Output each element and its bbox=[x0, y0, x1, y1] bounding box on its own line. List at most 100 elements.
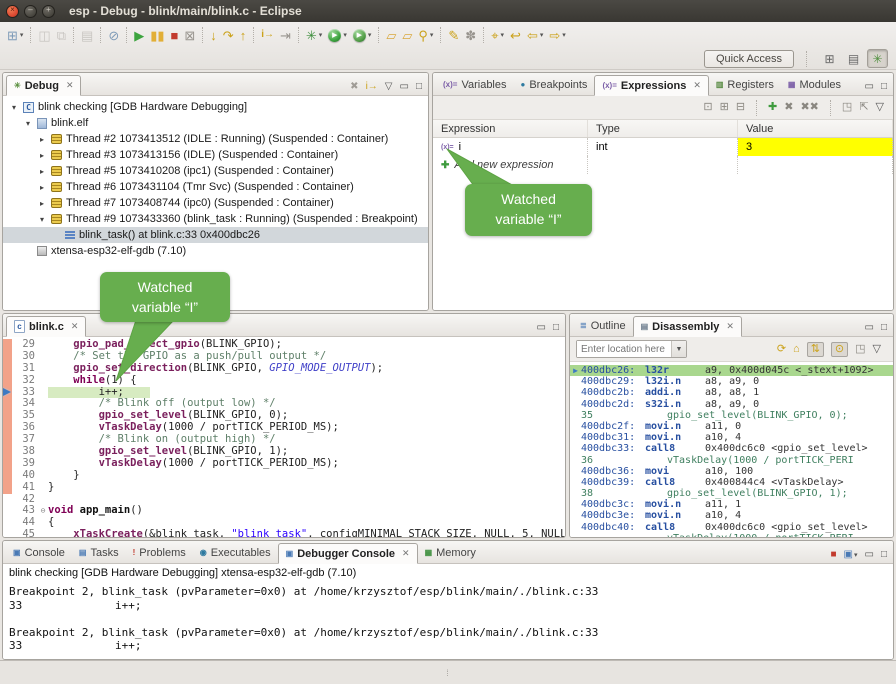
column-header-expression[interactable]: Expression bbox=[433, 120, 588, 137]
quickdiff-ruler[interactable] bbox=[3, 422, 12, 434]
quickdiff-ruler[interactable] bbox=[3, 470, 12, 482]
minimize-icon[interactable]: ▭ bbox=[400, 82, 409, 92]
tab-breakpoints[interactable]: ●Breakpoints bbox=[514, 74, 595, 95]
quickdiff-ruler[interactable] bbox=[3, 517, 12, 529]
tab-expressions[interactable]: (x)=Expressions✕ bbox=[594, 75, 708, 96]
disassembly-row[interactable]: 400dbc3e:movi.na10, 4 bbox=[570, 510, 893, 521]
code-line[interactable]: 38 gpio_set_level(BLINK_GPIO, 1); bbox=[3, 446, 565, 458]
tab-problems[interactable]: !Problems bbox=[126, 542, 193, 563]
tab-blink-c[interactable]: c blink.c ✕ bbox=[6, 316, 86, 337]
tree-expander-icon[interactable]: ▸ bbox=[37, 135, 47, 144]
minimize-icon[interactable]: ▭ bbox=[865, 323, 874, 333]
code-line[interactable]: 41} bbox=[3, 482, 565, 494]
close-icon[interactable]: ✕ bbox=[66, 80, 74, 91]
pin-editor-button[interactable]: ⌖▾ bbox=[488, 24, 507, 46]
pin-view-button[interactable]: ⇱ bbox=[859, 102, 868, 113]
close-icon[interactable]: ✕ bbox=[693, 80, 701, 91]
statusbar-grip[interactable]: ⁞ bbox=[446, 668, 450, 678]
tab-modules[interactable]: ▦Modules bbox=[781, 74, 848, 95]
code-line[interactable]: 40 } bbox=[3, 470, 565, 482]
step-into-button[interactable]: ↓ bbox=[207, 24, 220, 46]
location-input[interactable] bbox=[577, 341, 671, 357]
tab-console[interactable]: ▣Console bbox=[6, 542, 72, 563]
disassembly-listing[interactable]: ▶400dbc26:l32ra9, 0x400d045c <_stext+109… bbox=[570, 362, 893, 537]
new-view-button[interactable]: ◳ bbox=[855, 344, 865, 355]
disassembly-row[interactable]: 400dbc2b:addi.na8, a8, 1 bbox=[570, 387, 893, 398]
debug-tree-row[interactable]: ▸Thread #2 1073413512 (IDLE : Running) (… bbox=[3, 131, 428, 147]
forward-button[interactable]: ⇨▾ bbox=[546, 24, 568, 46]
disassembly-row[interactable]: 400dbc39:call80x400844c4 <vTaskDelay> bbox=[570, 477, 893, 488]
quickdiff-ruler[interactable] bbox=[3, 505, 12, 517]
tree-expander-icon[interactable]: ▸ bbox=[37, 199, 47, 208]
combo-dropdown-icon[interactable]: ▼ bbox=[671, 341, 686, 357]
disassembly-row[interactable]: 35gpio_set_level(BLINK_GPIO, 0); bbox=[570, 410, 893, 421]
code-line[interactable]: 44{ bbox=[3, 517, 565, 529]
debug-tree-row[interactable]: ▸Thread #5 1073410208 (ipc1) (Suspended … bbox=[3, 163, 428, 179]
window-close-button[interactable] bbox=[6, 5, 19, 18]
code-line[interactable]: 37 /* Blink on (output high) */ bbox=[3, 434, 565, 446]
disassembly-row[interactable]: 36vTaskDelay(1000 / portTICK_PERI bbox=[570, 455, 893, 466]
column-header-value[interactable]: Value bbox=[738, 120, 893, 137]
code-line[interactable]: 34 /* Blink off (output low) */ bbox=[3, 398, 565, 410]
code-line[interactable]: 32 while(1) { bbox=[3, 375, 565, 387]
show-logical-structure-button[interactable]: ⊞ bbox=[720, 102, 729, 113]
quickdiff-ruler[interactable] bbox=[3, 387, 12, 399]
window-minimize-button[interactable] bbox=[24, 5, 37, 18]
external-tools-button[interactable]: ▶▾ bbox=[350, 24, 375, 46]
search-button[interactable]: ⚲▾ bbox=[415, 24, 436, 46]
tab-debugger-console[interactable]: ▣Debugger Console✕ bbox=[278, 543, 418, 564]
maximize-icon[interactable]: □ bbox=[553, 323, 559, 333]
disassembly-row[interactable]: vTaskDelay(1000 / portTICK_PERI bbox=[570, 533, 893, 537]
disassembly-row[interactable]: 400dbc3c:movi.na11, 1 bbox=[570, 499, 893, 510]
close-icon[interactable]: ✕ bbox=[726, 321, 734, 332]
show-type-names-button[interactable]: ⊡ bbox=[703, 102, 712, 113]
view-menu-button[interactable]: ▽ bbox=[873, 344, 881, 355]
debug-tree-row[interactable]: ▾Thread #9 1073433360 (blink_task : Runn… bbox=[3, 211, 428, 227]
instruction-stepping-mode-icon[interactable]: i→ bbox=[366, 82, 378, 92]
instruction-stepping-button[interactable]: i→ bbox=[258, 24, 277, 46]
back-button[interactable]: ⇦▾ bbox=[524, 24, 546, 46]
step-return-button[interactable]: ↑ bbox=[237, 24, 250, 46]
window-maximize-button[interactable] bbox=[42, 5, 55, 18]
tab-variables[interactable]: (x)=Variables bbox=[436, 74, 514, 95]
display-selected-console-icon[interactable]: ▣▾ bbox=[844, 550, 858, 560]
maximize-icon[interactable]: □ bbox=[881, 82, 887, 92]
maximize-icon[interactable]: □ bbox=[416, 82, 422, 92]
tree-expander-icon[interactable]: ▸ bbox=[37, 151, 47, 160]
terminate-button[interactable]: ■ bbox=[168, 24, 182, 46]
tree-expander-icon[interactable]: ▸ bbox=[37, 183, 47, 192]
disassembly-row[interactable]: ▶400dbc26:l32ra9, 0x400d045c <_stext+109… bbox=[570, 365, 893, 376]
close-icon[interactable]: ✕ bbox=[402, 548, 410, 559]
code-line[interactable]: 36 vTaskDelay(1000 / portTICK_PERIOD_MS)… bbox=[3, 422, 565, 434]
column-header-type[interactable]: Type bbox=[588, 120, 738, 137]
code-line[interactable]: 33 i++; bbox=[3, 387, 565, 399]
tab-memory[interactable]: ▦Memory bbox=[418, 542, 483, 563]
build-button[interactable]: ▤ bbox=[78, 24, 96, 46]
save-button[interactable]: ◫ bbox=[35, 24, 53, 46]
tab-debug[interactable]: ✳ Debug ✕ bbox=[6, 75, 81, 96]
remove-all-expressions-button[interactable]: ✖✖ bbox=[800, 102, 818, 113]
quick-access-button[interactable]: Quick Access bbox=[704, 50, 794, 68]
last-edit-location-button[interactable]: ↩ bbox=[507, 24, 524, 46]
debug-as-button[interactable]: ✳▾ bbox=[303, 24, 325, 46]
debug-perspective-button[interactable]: ✳ bbox=[867, 49, 888, 68]
quickdiff-ruler[interactable] bbox=[3, 398, 12, 410]
home-button[interactable]: ⌂ bbox=[793, 344, 800, 355]
tree-expander-icon[interactable]: ▾ bbox=[23, 119, 33, 128]
run-as-button[interactable]: ▶▾ bbox=[325, 24, 350, 46]
cpp-perspective-button[interactable]: ▤ bbox=[843, 49, 864, 68]
disassembly-row[interactable]: 400dbc40:call80x400dc6c0 <gpio_set_level… bbox=[570, 522, 893, 533]
quickdiff-ruler[interactable] bbox=[3, 339, 12, 351]
quickdiff-ruler[interactable] bbox=[3, 458, 12, 470]
view-menu-button[interactable]: ▽ bbox=[876, 102, 884, 113]
quickdiff-ruler[interactable] bbox=[3, 375, 12, 387]
new-view-button[interactable]: ◳ bbox=[842, 102, 852, 113]
code-line[interactable]: 45 xTaskCreate(&blink_task, "blink_task"… bbox=[3, 529, 565, 537]
open-element-button[interactable]: ▱ bbox=[399, 24, 415, 46]
suspend-button[interactable]: ▮▮ bbox=[147, 24, 167, 46]
debug-tree-row[interactable]: ▸Thread #6 1073431104 (Tmr Svc) (Suspend… bbox=[3, 179, 428, 195]
add-expression-row[interactable]: ✚Add new expression bbox=[433, 156, 893, 174]
remove-expression-button[interactable]: ✖ bbox=[784, 102, 793, 113]
disassembly-row[interactable]: 400dbc2f:movi.na11, 0 bbox=[570, 421, 893, 432]
code-line[interactable]: 39 vTaskDelay(1000 / portTICK_PERIOD_MS)… bbox=[3, 458, 565, 470]
